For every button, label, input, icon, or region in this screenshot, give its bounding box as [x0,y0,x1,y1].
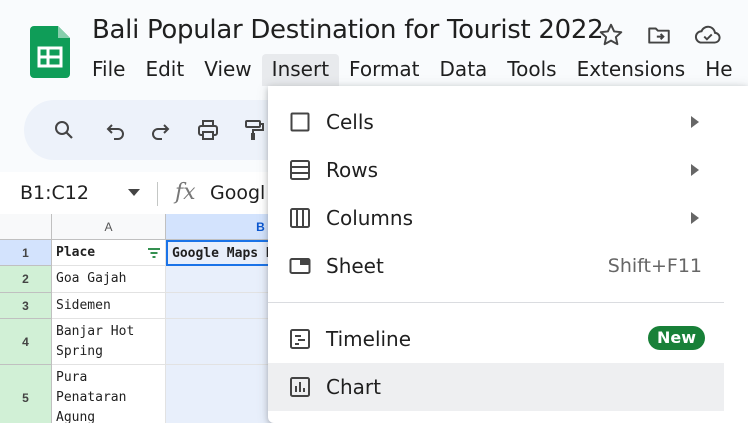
select-all-corner[interactable] [0,214,52,240]
insert-menu-columns[interactable]: Columns [268,194,724,242]
new-badge: New [648,326,706,350]
redo-icon[interactable] [148,118,172,142]
menu-divider [268,302,724,303]
menu-item-label: Timeline [326,327,412,351]
menu-view[interactable]: View [194,54,261,86]
table-cell[interactable]: Place [52,240,166,266]
chart-icon [290,377,310,397]
cloud-saved-icon[interactable] [694,22,721,48]
fx-icon: fx [175,180,196,205]
menu-item-label: Sheet [326,254,384,278]
menu-insert[interactable]: Insert [261,54,340,86]
paint-format-icon[interactable] [242,118,266,142]
menu-format[interactable]: Format [339,54,429,86]
square-outline-icon [290,112,310,132]
search-icon[interactable] [52,118,76,142]
undo-icon[interactable] [104,118,128,142]
insert-menu-timeline[interactable]: Timeline New [268,315,724,363]
star-icon[interactable] [598,22,624,48]
menu-file[interactable]: File [82,54,135,86]
row-header[interactable]: 3 [0,293,52,319]
move-folder-icon[interactable] [646,22,672,48]
menu-edit[interactable]: Edit [135,54,194,86]
table-cell[interactable]: Banjar Hot Spring [52,319,166,365]
name-box-dropdown-icon[interactable] [128,189,140,196]
submenu-arrow-icon [691,164,699,176]
print-icon[interactable] [196,118,220,142]
filter-icon[interactable] [148,248,160,258]
columns-icon [290,208,310,228]
menu-scrollbar[interactable] [724,86,748,423]
insert-menu-chart[interactable]: Chart [268,363,724,411]
menu-help[interactable]: He [695,54,742,86]
menu-item-label: Rows [326,158,379,182]
submenu-arrow-icon [691,116,699,128]
menu-item-label: Columns [326,206,414,230]
sheet-tab-icon [289,258,311,274]
column-header-a[interactable]: A [52,214,166,240]
menu-data[interactable]: Data [430,54,498,86]
name-box[interactable]: B1:C12 [20,182,89,204]
insert-menu-rows[interactable]: Rows [268,146,724,194]
table-cell[interactable]: Sidemen Valley [52,293,166,319]
row-header[interactable]: 5 [0,365,52,423]
row-header[interactable]: 2 [0,266,52,293]
row-header[interactable]: 4 [0,319,52,365]
rows-icon [290,160,310,180]
insert-menu-cells[interactable]: Cells [268,98,724,146]
sheets-logo-icon[interactable] [30,26,70,78]
document-title[interactable]: Bali Popular Destination for Tourist 202… [92,15,604,45]
keyboard-shortcut: Shift+F11 [607,255,702,277]
insert-menu-dropdown: Cells Rows Columns Sheet Shift+F11 Timel… [268,86,748,423]
insert-menu-sheet[interactable]: Sheet Shift+F11 [268,242,724,290]
table-cell[interactable]: Pura Penataran Agung Lempuyang [52,365,166,423]
formula-input[interactable]: Googl [210,182,265,204]
spreadsheet-app: Bali Popular Destination for Tourist 202… [0,0,748,423]
submenu-arrow-icon [691,212,699,224]
row-header[interactable]: 1 [0,240,52,266]
formula-divider [157,182,158,206]
table-cell[interactable]: Goa Gajah [52,266,166,293]
menu-item-label: Cells [326,110,374,134]
menu-bar: File Edit View Insert Format Data Tools … [82,54,743,86]
menu-extensions[interactable]: Extensions [567,54,696,86]
menu-item-label: Chart [326,375,381,399]
timeline-icon [290,329,310,349]
menu-tools[interactable]: Tools [497,54,566,86]
cell-text: Place [56,245,96,260]
